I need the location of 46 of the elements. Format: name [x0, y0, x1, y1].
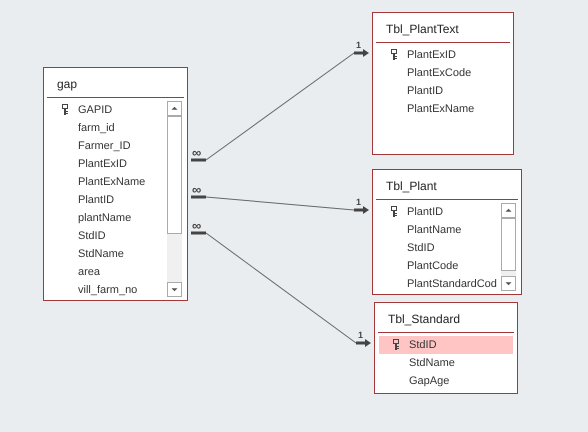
- field-name[interactable]: vill_farm_no: [78, 283, 138, 297]
- field-name[interactable]: StdID: [407, 241, 435, 255]
- scroll-down-icon[interactable]: [501, 276, 516, 291]
- field-name[interactable]: PlantExID: [407, 48, 456, 62]
- table-window[interactable]: Tbl_Plant PlantID PlantName StdID PlantCode PlantStandardCod: [372, 169, 522, 295]
- table-window[interactable]: gap GAPID farm_id Farmer_ID PlantExID PlantExName PlantID plantName StdID StdName area vill_farm_no: [43, 67, 188, 301]
- field-name[interactable]: StdID: [78, 229, 106, 243]
- field-name[interactable]: area: [78, 265, 100, 279]
- scrollbar[interactable]: [167, 101, 182, 297]
- field-name[interactable]: PlantID: [407, 84, 444, 98]
- scroll-down-icon[interactable]: [167, 282, 182, 297]
- field-name[interactable]: PlantID: [78, 193, 114, 207]
- table-title: Tbl_PlantText: [386, 21, 459, 38]
- cardinality-label: 1: [356, 41, 362, 50]
- cardinality-label: 1: [356, 198, 362, 207]
- selected-field-row[interactable]: StdID: [379, 336, 513, 354]
- field-name[interactable]: StdName: [409, 356, 455, 370]
- field-name[interactable]: PlantExCode: [407, 66, 472, 80]
- field-name[interactable]: PlantName: [407, 223, 462, 237]
- cardinality-label: ∞: [192, 147, 202, 159]
- field-name[interactable]: GapAge: [409, 374, 450, 388]
- table-window[interactable]: Tbl_PlantText PlantExID PlantExCode PlantID PlantExName: [372, 12, 514, 155]
- field-name[interactable]: PlantExID: [78, 157, 127, 171]
- table-title: Tbl_Plant: [386, 178, 437, 195]
- table-window[interactable]: Tbl_Standard StdID StdName GapAge: [374, 302, 518, 394]
- field-name[interactable]: PlantCode: [407, 259, 458, 273]
- scroll-thumb[interactable]: [167, 116, 182, 234]
- scrollbar[interactable]: [501, 203, 516, 291]
- cardinality-label: 1: [358, 331, 364, 340]
- cardinality-label: ∞: [192, 184, 202, 196]
- field-name[interactable]: farm_id: [78, 121, 115, 135]
- field-name[interactable]: PlantExName: [407, 102, 474, 116]
- field-name[interactable]: GAPID: [78, 103, 112, 117]
- field-name[interactable]: StdID: [409, 338, 437, 352]
- field-name[interactable]: Farmer_ID: [78, 139, 131, 153]
- field-name[interactable]: PlantID: [407, 205, 444, 219]
- scroll-up-icon[interactable]: [167, 101, 182, 116]
- field-name[interactable]: PlantExName: [78, 175, 146, 189]
- field-name[interactable]: PlantStandardCod: [407, 277, 497, 291]
- table-title: Tbl_Standard: [388, 311, 460, 328]
- field-name[interactable]: plantName: [78, 211, 132, 225]
- cardinality-label: ∞: [192, 220, 202, 232]
- field-name[interactable]: StdName: [78, 247, 124, 261]
- scroll-thumb[interactable]: [501, 218, 516, 271]
- scroll-up-icon[interactable]: [501, 203, 516, 218]
- table-title: gap: [57, 76, 78, 93]
